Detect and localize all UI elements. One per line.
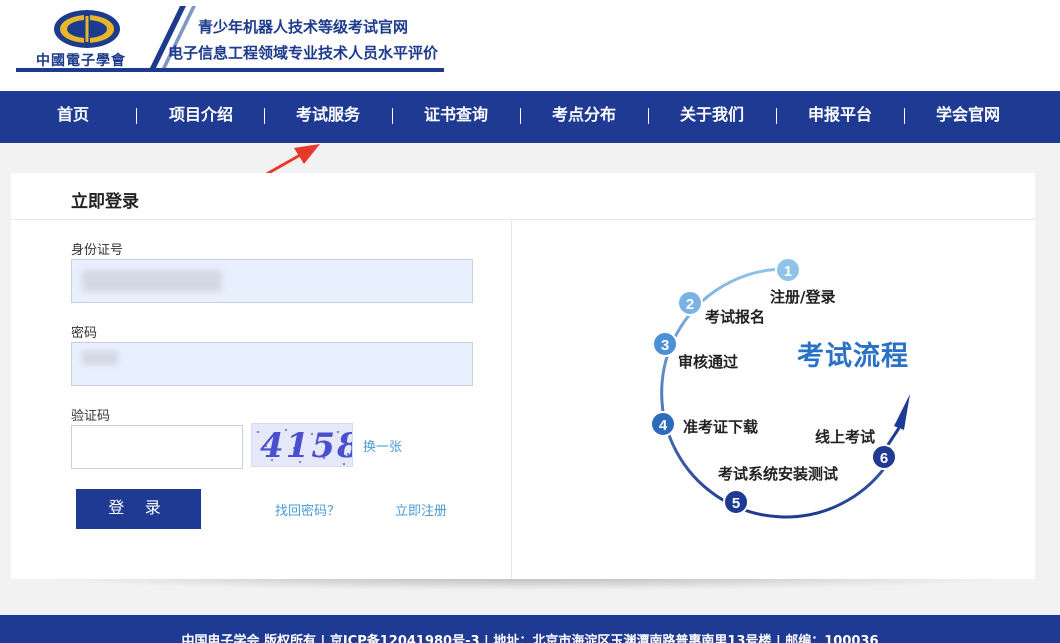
password-input[interactable] xyxy=(71,342,473,386)
step-4-label: 准考证下载 xyxy=(683,418,759,436)
step-3-badge: 3 xyxy=(652,331,678,357)
forgot-password-link[interactable]: 找回密码？ xyxy=(275,500,340,519)
site-logo[interactable]: 中國電子學會 青少年机器人技术等级考试官网 电子信息工程领域专业技术人员水平评价 xyxy=(16,6,446,76)
nav-separator xyxy=(648,108,649,124)
nav-item-about-us[interactable]: 关于我们 xyxy=(671,91,753,143)
svg-text:5: 5 xyxy=(732,495,740,512)
captcha-code: 4158 xyxy=(260,426,353,466)
nav-item-application-platform[interactable]: 申报平台 xyxy=(799,91,881,143)
svg-text:3: 3 xyxy=(661,337,669,354)
step-1-label: 注册/登录 xyxy=(770,288,836,306)
card-vertical-divider xyxy=(511,220,512,579)
logo-underline xyxy=(16,68,444,72)
site-header: 中國電子學會 青少年机器人技术等级考试官网 电子信息工程领域专业技术人员水平评价 xyxy=(0,0,1060,91)
nav-separator xyxy=(264,108,265,124)
process-title: 考试流程 xyxy=(797,341,909,372)
logo-title-line1: 青少年机器人技术等级考试官网 xyxy=(198,18,409,36)
nav-item-project-intro[interactable]: 项目介绍 xyxy=(160,91,242,143)
nav-item-exam-sites[interactable]: 考点分布 xyxy=(543,91,625,143)
nav-item-certificate-query[interactable]: 证书查询 xyxy=(415,91,497,143)
password-label: 密码 xyxy=(71,326,98,341)
nav-separator xyxy=(392,108,393,124)
exam-process-diagram: 1 2 3 4 5 6 注册/登录 考试报名 审核通过 准考证下载 考试系统安装… xyxy=(640,250,940,540)
nav-item-exam-services[interactable]: 考试服务 xyxy=(287,91,369,143)
login-title: 立即登录 xyxy=(71,192,139,212)
step-3-label: 审核通过 xyxy=(678,353,739,371)
step-6-badge: 6 xyxy=(871,444,897,470)
captcha-image[interactable]: 4158 xyxy=(251,423,353,467)
logo-org-name: 中國電子學會 xyxy=(36,53,126,69)
nav-separator xyxy=(136,108,137,124)
id-number-input[interactable] xyxy=(71,259,473,303)
step-5-badge: 5 xyxy=(723,489,749,515)
svg-text:2: 2 xyxy=(686,296,694,313)
id-number-label: 身份证号 xyxy=(71,243,124,258)
login-button[interactable]: 登 录 xyxy=(76,489,201,529)
nav-separator xyxy=(776,108,777,124)
register-link[interactable]: 立即注册 xyxy=(395,500,447,519)
redacted-value xyxy=(82,270,222,292)
step-2-badge: 2 xyxy=(677,290,703,316)
step-1-badge: 1 xyxy=(775,257,801,283)
nav-item-society-website[interactable]: 学会官网 xyxy=(927,91,1009,143)
nav-separator xyxy=(520,108,521,124)
step-4-badge: 4 xyxy=(650,411,676,437)
nav-item-home[interactable]: 首页 xyxy=(40,91,106,143)
logo-slash-decoration xyxy=(148,6,196,72)
refresh-captcha-link[interactable]: 换一张 xyxy=(363,436,402,455)
logo-title-line2: 电子信息工程领域专业技术人员水平评价 xyxy=(168,44,439,62)
captcha-input[interactable] xyxy=(71,425,243,469)
captcha-label: 验证码 xyxy=(71,409,111,424)
svg-text:6: 6 xyxy=(880,450,888,467)
step-2-label: 考试报名 xyxy=(705,308,766,326)
svg-text:4: 4 xyxy=(659,417,668,434)
site-footer: 中国电子学会 版权所有 | 京ICP备12041980号-3 | 地址：北京市海… xyxy=(0,615,1060,643)
main-nav: 首页 项目介绍 考试服务 证书查询 考点分布 关于我们 申报平台 学会官网 xyxy=(0,91,1060,143)
footer-copyright: 中国电子学会 版权所有 | 京ICP备12041980号-3 | 地址：北京市海… xyxy=(181,634,879,643)
nav-separator xyxy=(904,108,905,124)
card-divider xyxy=(11,219,1035,220)
step-6-label: 线上考试 xyxy=(815,428,876,446)
emblem-icon xyxy=(54,10,120,48)
svg-text:1: 1 xyxy=(784,263,792,280)
step-5-label: 考试系统安装测试 xyxy=(718,465,839,483)
redacted-value xyxy=(82,351,118,365)
